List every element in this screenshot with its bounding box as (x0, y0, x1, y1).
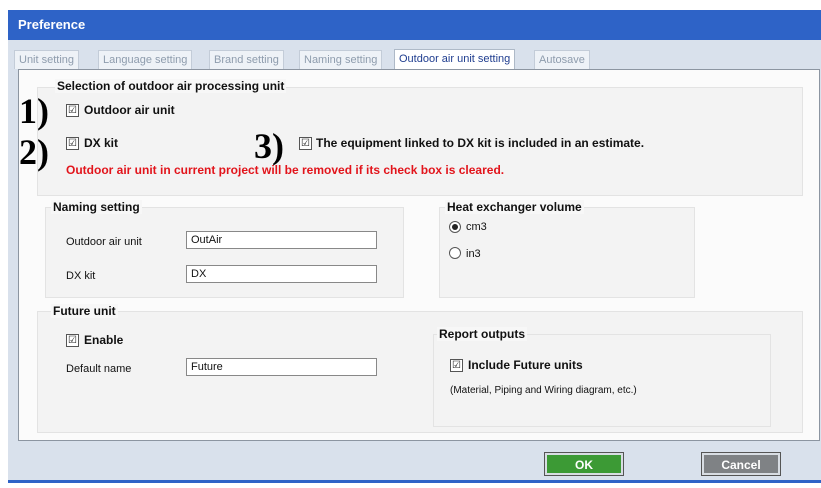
dialog-footer: OK Cancel (8, 442, 821, 480)
include-future-label: Include Future units (468, 358, 583, 372)
future-enable-label: Enable (84, 333, 124, 347)
cm3-label: cm3 (466, 221, 487, 233)
default-name-input[interactable]: Future (186, 358, 377, 376)
annotation-2: 2) (19, 132, 49, 172)
radio-selected-dot (452, 224, 458, 230)
report-note: (Material, Piping and Wiring diagram, et… (450, 385, 637, 396)
ok-button[interactable]: OK (544, 452, 624, 476)
tab-brand-setting[interactable]: Brand setting (209, 50, 284, 69)
outdoor-air-unit-checkbox[interactable]: ☑ (66, 104, 79, 117)
tab-language-setting[interactable]: Language setting (98, 50, 193, 69)
linked-equipment-label: The equipment linked to DX kit is includ… (316, 136, 645, 150)
outdoor-air-unit-label: Outdoor air unit (84, 103, 175, 117)
window-bottom-border (8, 480, 821, 483)
selection-group-title: Selection of outdoor air processing unit (55, 79, 287, 93)
future-enable-checkbox[interactable]: ☑ (66, 334, 79, 347)
naming-group-title: Naming setting (51, 200, 142, 214)
tab-unit-setting[interactable]: Unit setting (14, 50, 80, 69)
dx-name-input[interactable]: DX (186, 265, 377, 283)
future-unit-title: Future unit (51, 304, 118, 318)
in3-radio[interactable] (449, 247, 461, 259)
dx-kit-checkbox[interactable]: ☑ (66, 137, 79, 150)
linked-equipment-checkbox[interactable]: ☑ (299, 137, 312, 150)
annotation-3: 3) (254, 126, 284, 166)
cancel-button[interactable]: Cancel (701, 452, 781, 476)
preference-window: Preference Unit setting Language setting… (8, 10, 821, 480)
default-name-label: Default name (66, 363, 132, 375)
in3-label: in3 (466, 248, 481, 260)
removal-warning: Outdoor air unit in current project will… (66, 163, 505, 177)
heat-exchanger-title: Heat exchanger volume (445, 200, 584, 214)
tab-outdoor-air-unit-setting[interactable]: Outdoor air unit setting (394, 49, 516, 70)
outdoor-name-label: Outdoor air unit (66, 236, 142, 248)
title-bar: Preference (8, 10, 821, 40)
report-outputs-group (433, 334, 771, 427)
annotation-1: 1) (19, 91, 49, 131)
tab-autosave[interactable]: Autosave (534, 50, 590, 69)
cm3-radio[interactable] (449, 221, 461, 233)
dx-name-label: DX kit (66, 270, 96, 282)
tab-naming-setting[interactable]: Naming setting (299, 50, 383, 69)
include-future-checkbox[interactable]: ☑ (450, 359, 463, 372)
report-outputs-title: Report outputs (437, 327, 527, 341)
outdoor-name-input[interactable]: OutAir (186, 231, 377, 249)
outdoor-air-unit-panel: Selection of outdoor air processing unit… (18, 69, 820, 441)
dx-kit-label: DX kit (84, 136, 119, 150)
window-title: Preference (18, 17, 86, 32)
naming-group (45, 207, 404, 298)
